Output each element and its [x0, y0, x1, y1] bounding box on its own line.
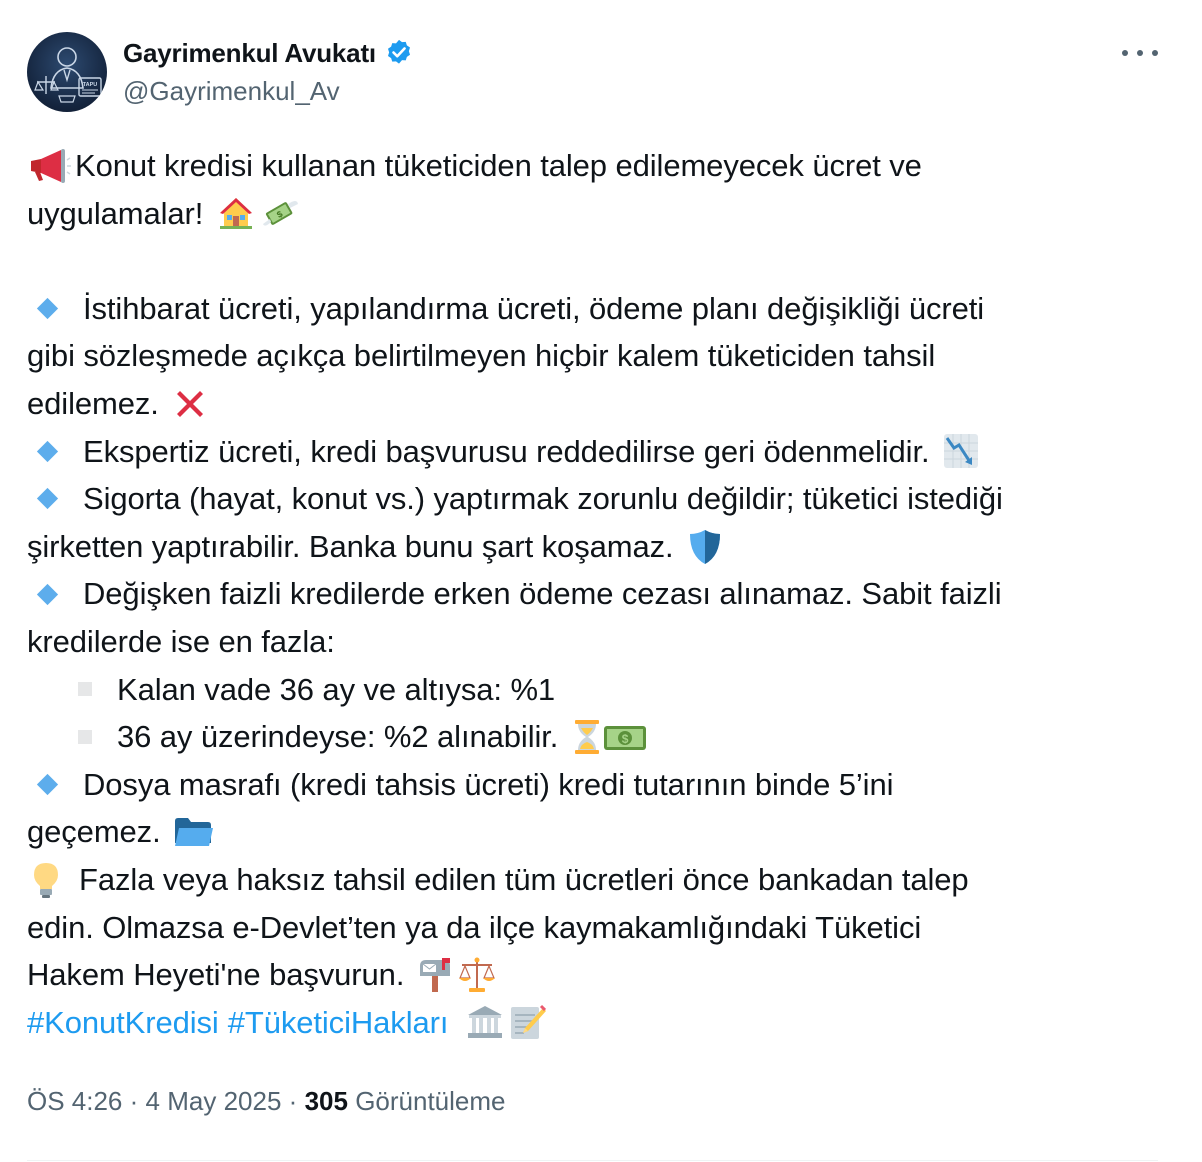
bullet-4-line-2: kredilerde ise en fazla: — [27, 618, 1177, 666]
sub-bullet-1: Kalan vade 36 ay ve altıysa: %1 — [27, 666, 1177, 714]
hashtag-tuketicihaklari[interactable]: #TüketiciHakları — [228, 999, 449, 1047]
lawyer-avatar-icon: TAPU — [34, 47, 102, 103]
bullet-1-line-3: edilemez. — [27, 380, 1177, 428]
bullet-1-text-2: gibi sözleşmede açıkça belirtilmeyen hiç… — [27, 338, 936, 374]
more-dot — [1122, 50, 1128, 56]
dollar-banknote-icon: $ — [602, 718, 648, 756]
megaphone-icon — [27, 147, 71, 185]
divider — [27, 1160, 1158, 1161]
diamond-bullet-icon — [36, 583, 59, 605]
bullet-5-text-2: geçemez. — [27, 814, 161, 850]
bullet-4-text-2: kredilerde ise en fazla: — [27, 623, 335, 659]
square-bullet-icon — [78, 729, 92, 744]
mailbox-icon — [416, 956, 454, 994]
sub-bullet-2: 36 ay üzerindeyse: %2 alınabilir. $ — [27, 713, 1177, 761]
author-handle[interactable]: @Gayrimenkul_Av — [123, 76, 340, 107]
tweet-time[interactable]: ÖS 4:26 — [27, 1086, 122, 1116]
banknote-glyph: $ — [622, 732, 629, 746]
more-options-icon[interactable] — [1122, 40, 1158, 66]
meta-separator: · — [129, 1086, 139, 1116]
bullet-1-text-1: İstihbarat ücreti, yapılandırma ücreti, … — [83, 290, 985, 326]
bank-building-icon — [466, 1003, 504, 1041]
shield-icon — [686, 528, 724, 566]
bullet-4-line-1: Değişken faizli kredilerde erken ödeme c… — [27, 570, 1177, 618]
tweet-text: Konut kredisi kullanan tüketiciden talep… — [27, 142, 1177, 1046]
tweet-date[interactable]: 4 May 2025 — [146, 1086, 282, 1116]
bullet-1-line-1: İstihbarat ücreti, yapılandırma ücreti, … — [27, 285, 1177, 333]
open-folder-icon — [173, 813, 215, 851]
avatar[interactable]: TAPU — [27, 32, 107, 112]
bullet-3-line-1: Sigorta (hayat, konut vs.) yaptırmak zor… — [27, 475, 1177, 523]
sub-bullet-2-text: 36 ay üzerindeyse: %2 alınabilir. — [117, 719, 559, 755]
tip-text-2: edin. Olmazsa e-Devlet’ten ya da ilçe ka… — [27, 909, 922, 945]
balance-scale-icon — [458, 956, 496, 994]
diamond-bullet-icon — [36, 773, 59, 796]
hourglass-icon — [572, 718, 602, 756]
house-icon — [217, 194, 255, 232]
tip-line-3: Hakem Heyeti'ne başvurun. — [27, 951, 1177, 999]
bullet-4-text-1: Değişken faizli kredilerde erken ödeme c… — [83, 576, 1002, 612]
avatar-badge-text: TAPU — [83, 82, 98, 88]
bullet-5-line-1: Dosya masrafı (kredi tahsis ücreti) kred… — [27, 761, 1177, 809]
light-bulb-icon — [27, 861, 65, 899]
money-with-wings-icon: $ — [261, 194, 299, 232]
bullet-3-text-1: Sigorta (hayat, konut vs.) yaptırmak zor… — [83, 481, 1003, 517]
tip-line-2: edin. Olmazsa e-Devlet’ten ya da ilçe ka… — [27, 904, 1177, 952]
bullet-1-line-2: gibi sözleşmede açıkça belirtilmeyen hiç… — [27, 332, 1177, 380]
bullet-3-text-2: şirketten yaptırabilir. Banka bunu şart … — [27, 528, 674, 564]
diamond-bullet-icon — [36, 297, 59, 320]
bullet-2-text-1: Ekspertiz ücreti, kredi başvurusu redded… — [83, 433, 930, 469]
tip-text-3: Hakem Heyeti'ne başvurun. — [27, 957, 405, 993]
verified-badge-icon[interactable] — [384, 38, 414, 68]
meta-separator: · — [288, 1086, 298, 1116]
intro-line-1: Konut kredisi kullanan tüketiciden talep… — [27, 142, 1177, 190]
cross-mark-icon — [171, 385, 209, 423]
hashtag-konutkredisi[interactable]: #KonutKredisi — [27, 999, 219, 1047]
chart-decreasing-icon — [942, 432, 980, 470]
intro-line-2: uygulamalar! $ — [27, 190, 1177, 238]
bullet-5-line-2: geçemez. — [27, 808, 1177, 856]
more-dot — [1152, 50, 1158, 56]
more-dot — [1137, 50, 1143, 56]
tweet-card: TAPU Gayrimenkul Avukatı @Gayrimenkul_Av — [0, 0, 1202, 1162]
diamond-bullet-icon — [36, 440, 59, 462]
author-display-name[interactable]: Gayrimenkul Avukatı — [123, 38, 376, 69]
author-name-row[interactable]: Gayrimenkul Avukatı — [123, 36, 414, 70]
views-count: 305 — [304, 1086, 348, 1116]
diamond-bullet-icon — [36, 488, 59, 510]
memo-icon — [508, 1003, 547, 1041]
hashtag-line: #KonutKredisi #TüketiciHakları — [27, 999, 1177, 1047]
tweet-meta: ÖS 4:26 · 4 May 2025 · 305 Görüntüleme — [27, 1086, 506, 1117]
bullet-2-line-1: Ekspertiz ücreti, kredi başvurusu redded… — [27, 428, 1177, 476]
tip-line-1: Fazla veya haksız tahsil edilen tüm ücre… — [27, 856, 1177, 904]
tip-text-1: Fazla veya haksız tahsil edilen tüm ücre… — [79, 861, 969, 897]
bullet-3-line-2: şirketten yaptırabilir. Banka bunu şart … — [27, 523, 1177, 571]
intro-text-1: Konut kredisi kullanan tüketiciden talep… — [75, 148, 922, 183]
square-bullet-icon — [78, 682, 92, 697]
views-label: Görüntüleme — [355, 1086, 506, 1116]
sub-bullet-1-text: Kalan vade 36 ay ve altıysa: %1 — [117, 671, 556, 707]
intro-text-2: uygulamalar! — [27, 195, 204, 231]
bullet-5-text-1: Dosya masrafı (kredi tahsis ücreti) kred… — [83, 766, 894, 802]
bullet-1-text-3: edilemez. — [27, 385, 159, 421]
